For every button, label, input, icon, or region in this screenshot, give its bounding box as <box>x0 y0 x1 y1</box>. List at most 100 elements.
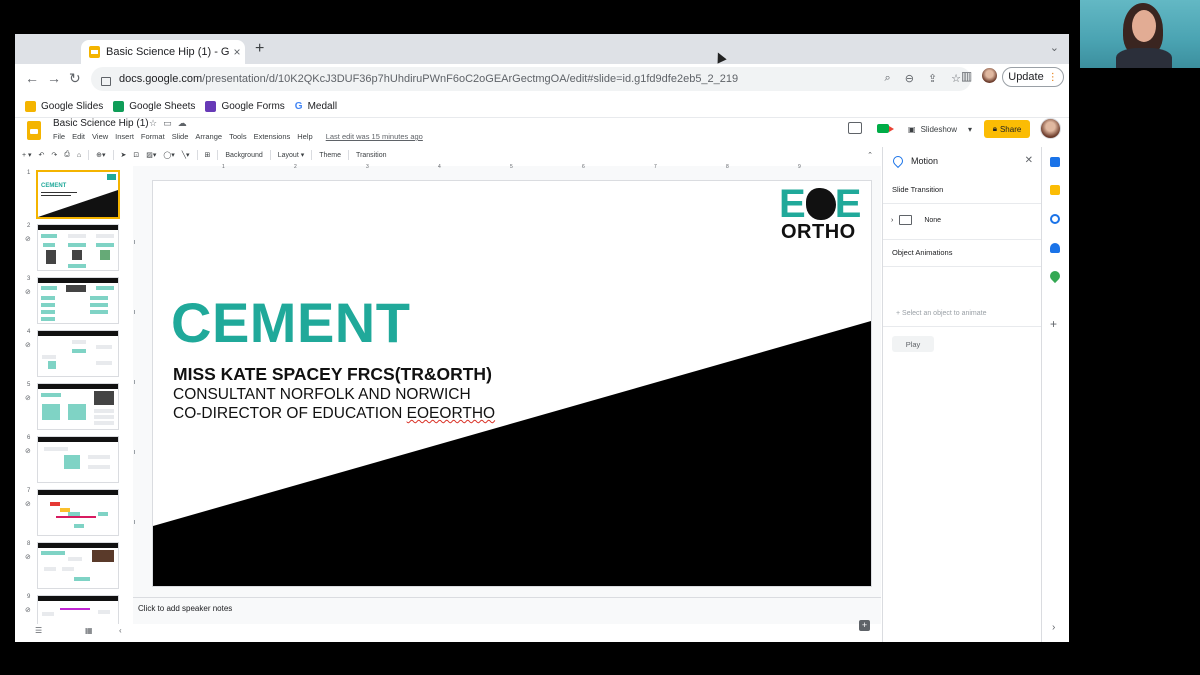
eoe-ortho-logo[interactable]: EOE ORTHO <box>779 184 865 242</box>
slide-thumbnail[interactable] <box>37 542 119 589</box>
menu-file[interactable]: File <box>53 132 65 141</box>
print-icon[interactable]: ⎙ <box>64 151 70 159</box>
bookmark-google-sheets[interactable]: Google Sheets <box>113 100 195 112</box>
slide-thumbnail[interactable] <box>37 436 119 483</box>
back-arrow-icon[interactable]: ← <box>25 70 39 86</box>
add-addon-icon[interactable]: + <box>1050 317 1057 331</box>
redo-icon[interactable]: ↷ <box>51 151 57 159</box>
transition-button[interactable]: Transition <box>356 152 386 159</box>
slide-thumbnail[interactable] <box>37 489 119 536</box>
contacts-icon[interactable] <box>1050 243 1060 253</box>
chevron-down-icon[interactable]: ▾ <box>968 125 972 134</box>
slide-thumbnail[interactable]: CEMENT <box>36 170 120 219</box>
line-icon[interactable]: ╲▾ <box>182 151 190 159</box>
horizontal-ruler: 1 2 3 4 5 6 7 8 9 <box>152 164 874 172</box>
layout-button[interactable]: Layout ▾ <box>278 151 305 159</box>
account-avatar[interactable] <box>1040 118 1061 139</box>
bookmark-medall[interactable]: G Medall <box>295 101 337 112</box>
paint-format-icon[interactable]: ⌂ <box>77 152 81 159</box>
document-title[interactable]: Basic Science Hip (1) <box>53 118 149 129</box>
slide-thumbnail[interactable] <box>37 224 119 271</box>
new-tab-button[interactable]: + <box>255 40 264 58</box>
comment-history-icon[interactable] <box>848 122 862 134</box>
thumbnail-slide-6[interactable]: 6 ⊘ <box>15 434 133 486</box>
new-slide-icon[interactable]: + ▾ <box>22 151 32 159</box>
slide-thumbnail[interactable] <box>37 330 119 377</box>
ruler-tick: 8 <box>726 164 729 170</box>
slide-thumbnail[interactable] <box>37 595 119 624</box>
star-icon[interactable]: ☆ <box>149 118 163 128</box>
image-icon[interactable]: ▨▾ <box>146 151 156 159</box>
close-tab-icon[interactable]: × <box>229 45 245 59</box>
undo-icon[interactable]: ↶ <box>39 151 45 159</box>
menu-edit[interactable]: Edit <box>72 132 85 141</box>
slide-thumbnail[interactable] <box>37 383 119 430</box>
menu-help[interactable]: Help <box>297 132 312 141</box>
collapse-toolbar-icon[interactable]: ⌃ <box>867 151 873 159</box>
update-button[interactable]: Update ⋮ <box>1002 67 1064 87</box>
transition-selector[interactable]: › None <box>891 215 941 225</box>
presenter-name[interactable]: MISS KATE SPACEY FRCS(TR&ORTH) <box>173 364 492 384</box>
maps-icon[interactable] <box>1047 268 1063 284</box>
forward-arrow-icon[interactable]: → <box>47 70 61 86</box>
grid-view-icon[interactable]: ▦ <box>85 626 93 635</box>
select-cursor-icon[interactable]: ➤ <box>121 151 127 159</box>
menu-tools[interactable]: Tools <box>229 132 247 141</box>
thumbnail-slide-8[interactable]: 8 ⊘ <box>15 540 133 592</box>
search-icon[interactable]: ⌕ <box>885 72 891 85</box>
menu-insert[interactable]: Insert <box>115 132 134 141</box>
collapse-filmstrip-icon[interactable]: ‹ <box>119 626 122 635</box>
tasks-icon[interactable] <box>1050 214 1060 224</box>
thumbnail-slide-1[interactable]: 1 CEMENT <box>15 169 133 221</box>
theme-button[interactable]: Theme <box>319 152 341 159</box>
list-view-icon[interactable]: ☰ <box>35 626 42 635</box>
presenter-role-2[interactable]: CO-DIRECTOR OF EDUCATION EOEORTHO <box>173 404 495 423</box>
browser-tab[interactable]: Basic Science Hip (1) - Google × <box>81 40 245 64</box>
slide-title[interactable]: CEMENT <box>171 293 410 353</box>
cloud-status-icon[interactable]: ☁ <box>178 118 193 128</box>
background-button[interactable]: Background <box>225 152 262 159</box>
thumbnail-slide-9[interactable]: 9 ⊘ <box>15 593 133 624</box>
zoom-icon[interactable]: ⊕▾ <box>96 151 105 159</box>
play-button[interactable]: Play <box>892 336 934 352</box>
bookmark-google-forms[interactable]: Google Forms <box>205 100 285 112</box>
reload-icon[interactable]: ↻ <box>69 70 81 87</box>
thumbnail-slide-7[interactable]: 7 ⊘ <box>15 487 133 539</box>
thumbnail-slide-4[interactable]: 4 ⊘ <box>15 328 133 380</box>
menu-arrange[interactable]: Arrange <box>195 132 222 141</box>
comment-icon[interactable]: ⊞ <box>205 151 211 159</box>
calendar-icon[interactable] <box>1050 157 1060 167</box>
slide-canvas[interactable]: EOE ORTHO CEMENT MISS KATE SPACEY FRCS(T… <box>152 180 872 587</box>
slides-logo-icon[interactable] <box>27 121 41 140</box>
close-icon[interactable]: ✕ <box>1025 155 1033 166</box>
notes-divider[interactable] <box>133 597 881 598</box>
shape-icon[interactable]: ◯▾ <box>163 151 174 159</box>
url-omnibox[interactable]: docs.google.com/presentation/d/10K2QKcJ3… <box>91 67 971 91</box>
speaker-notes[interactable]: Click to add speaker notes <box>138 604 232 613</box>
thumbnail-slide-5[interactable]: 5 ⊘ <box>15 381 133 433</box>
menu-view[interactable]: View <box>92 132 108 141</box>
slide-thumbnail[interactable] <box>37 277 119 324</box>
presenter-role-1[interactable]: CONSULTANT NORFOLK AND NORWICH <box>173 385 471 404</box>
menu-format[interactable]: Format <box>141 132 165 141</box>
meet-icon[interactable] <box>877 124 894 133</box>
bookmark-star-icon[interactable]: ☆ <box>951 72 961 85</box>
last-edit-link[interactable]: Last edit was 15 minutes ago <box>326 132 423 141</box>
tab-search-chevron-icon[interactable]: ⌄ <box>1050 41 1059 54</box>
thumbnail-slide-3[interactable]: 3 ⊘ <box>15 275 133 327</box>
expand-sidebar-icon[interactable]: › <box>1052 622 1055 633</box>
share-page-icon[interactable]: ⇪ <box>928 72 937 85</box>
zoom-icon[interactable]: ⊖ <box>905 72 914 85</box>
explore-icon[interactable]: + <box>859 620 870 631</box>
side-panel-icon[interactable]: ▥ <box>961 69 972 83</box>
move-folder-icon[interactable]: ▭ <box>163 118 178 128</box>
menu-extensions[interactable]: Extensions <box>254 132 291 141</box>
menu-slide[interactable]: Slide <box>172 132 189 141</box>
share-button[interactable]: 🔒︎ Share <box>984 120 1030 138</box>
slideshow-button[interactable]: ▣ Slideshow ▾ <box>908 120 972 138</box>
text-box-icon[interactable]: ⊡ <box>133 151 139 159</box>
thumbnail-slide-2[interactable]: 2 ⊘ <box>15 222 133 274</box>
profile-avatar[interactable] <box>982 68 997 83</box>
keep-icon[interactable] <box>1050 185 1060 195</box>
bookmark-google-slides[interactable]: Google Slides <box>25 100 103 112</box>
